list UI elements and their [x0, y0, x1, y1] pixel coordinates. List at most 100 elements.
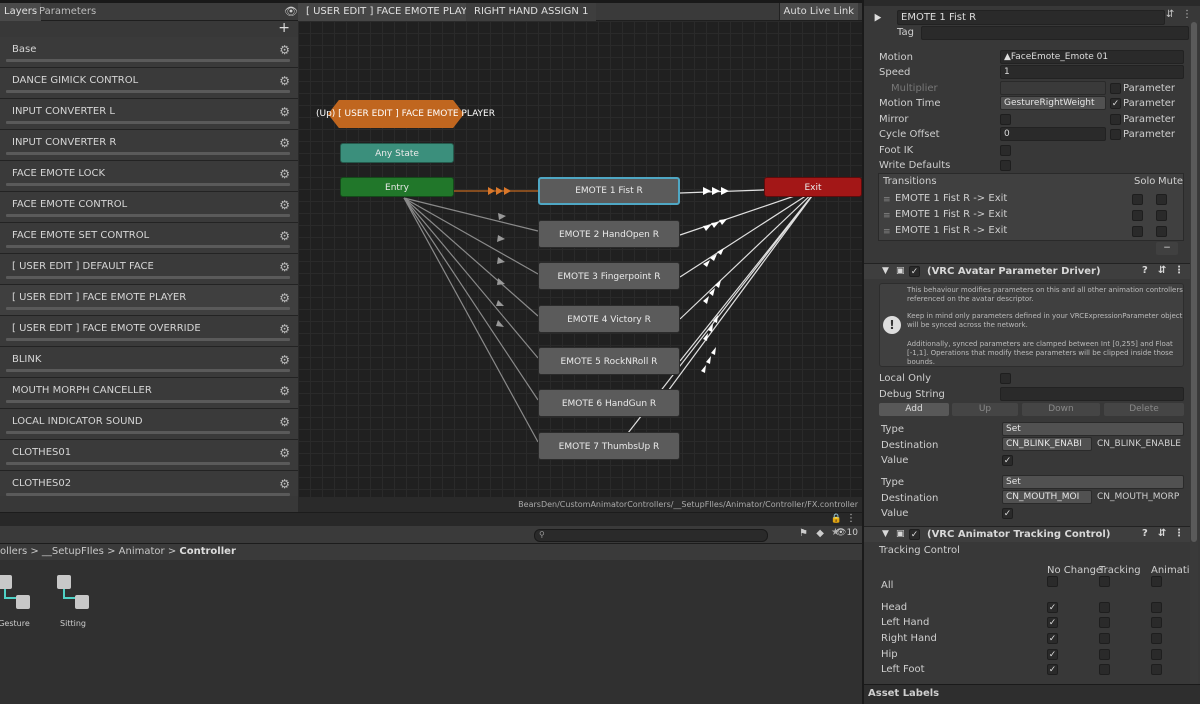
layer-item[interactable]: [ USER EDIT ] FACE EMOTE OVERRIDE ⚙	[0, 316, 298, 347]
more-icon[interactable]: ⋮	[1174, 528, 1184, 539]
breadcrumb-setupfiles[interactable]: __SetupFIles	[42, 546, 104, 557]
mirror-parameter-checkbox[interactable]	[1110, 114, 1121, 125]
driver-enabled-checkbox[interactable]: ✓	[909, 266, 920, 277]
cycle-offset-field[interactable]: 0	[1000, 127, 1106, 141]
gear-icon[interactable]: ⚙	[279, 43, 290, 57]
mirror-checkbox[interactable]	[1000, 114, 1011, 125]
layer-weight-bar[interactable]	[6, 307, 290, 310]
type-dropdown[interactable]: Set	[1002, 422, 1184, 436]
layer-weight-bar[interactable]	[6, 214, 290, 217]
layer-weight-bar[interactable]	[6, 400, 290, 403]
layer-weight-bar[interactable]	[6, 338, 290, 341]
layer-item[interactable]: FACE EMOTE CONTROL ⚙	[0, 192, 298, 223]
layer-weight-bar[interactable]	[6, 245, 290, 248]
animation-checkbox[interactable]	[1151, 633, 1162, 644]
gear-icon[interactable]: ⚙	[279, 415, 290, 429]
gear-icon[interactable]: ⚙	[279, 384, 290, 398]
help-icon[interactable]: ?	[1142, 528, 1148, 539]
tracking-checkbox[interactable]	[1099, 633, 1110, 644]
more-icon[interactable]: ⋮	[1182, 9, 1192, 20]
layer-weight-bar[interactable]	[6, 90, 290, 93]
no-change-checkbox[interactable]: ✓	[1047, 602, 1058, 613]
drag-handle-icon[interactable]: ≡	[883, 227, 891, 237]
auto-live-link-button[interactable]: Auto Live Link	[778, 3, 858, 20]
layer-item[interactable]: DANCE GIMICK CONTROL ⚙	[0, 68, 298, 99]
speed-field[interactable]: 1	[1000, 65, 1184, 79]
layer-item[interactable]: Base ⚙	[0, 37, 298, 68]
animation-checkbox[interactable]	[1151, 649, 1162, 660]
delete-button[interactable]: Delete	[1104, 403, 1184, 416]
eye-icon[interactable]: 👁	[284, 5, 298, 18]
gear-icon[interactable]: ⚙	[279, 291, 290, 305]
filter-label-icon[interactable]: ◆	[816, 528, 824, 539]
tracking-checkbox[interactable]	[1099, 576, 1110, 587]
layer-item[interactable]: LOCAL INDICATOR SOUND ⚙	[0, 409, 298, 440]
tracking-checkbox[interactable]	[1099, 649, 1110, 660]
any-state-node[interactable]: Any State	[340, 143, 454, 163]
animation-checkbox[interactable]	[1151, 576, 1162, 587]
layer-item[interactable]: BLINK ⚙	[0, 347, 298, 378]
gear-icon[interactable]: ⚙	[279, 322, 290, 336]
layer-item[interactable]: CLOTHES01 ⚙	[0, 440, 298, 471]
write-defaults-checkbox[interactable]	[1000, 160, 1011, 171]
settings-icon[interactable]: ⇵	[1166, 9, 1174, 20]
layer-weight-bar[interactable]	[6, 462, 290, 465]
motion-field[interactable]: ▲FaceEmote_Emote 01	[1000, 50, 1184, 64]
layer-weight-bar[interactable]	[6, 59, 290, 62]
state-node[interactable]: EMOTE 6 HandGun R	[538, 389, 680, 417]
breadcrumb-animator[interactable]: Animator	[119, 546, 165, 557]
no-change-checkbox[interactable]	[1047, 576, 1058, 587]
foldout-icon[interactable]: ▼	[882, 529, 889, 539]
mute-checkbox[interactable]	[1156, 194, 1167, 205]
gear-icon[interactable]: ⚙	[279, 353, 290, 367]
tab-parameters[interactable]: Parameters	[35, 3, 100, 21]
no-change-checkbox[interactable]: ✓	[1047, 633, 1058, 644]
transition-item[interactable]: EMOTE 1 Fist R -> Exit	[895, 193, 1007, 204]
state-node[interactable]: EMOTE 7 ThumbsUp R	[538, 432, 680, 460]
state-node[interactable]: EMOTE 1 Fist R	[538, 177, 680, 205]
up-button[interactable]: Up	[952, 403, 1018, 416]
gear-icon[interactable]: ⚙	[279, 198, 290, 212]
animation-checkbox[interactable]	[1151, 617, 1162, 628]
more-icon[interactable]: ⋮	[1174, 265, 1184, 276]
solo-checkbox[interactable]	[1132, 194, 1143, 205]
layer-item[interactable]: MOUTH MORPH CANCELLER ⚙	[0, 378, 298, 409]
preset-icon[interactable]: ⇵	[1158, 265, 1166, 276]
tracking-enabled-checkbox[interactable]: ✓	[909, 529, 920, 540]
animator-graph[interactable]	[298, 21, 862, 497]
down-button[interactable]: Down	[1022, 403, 1100, 416]
add-layer-button[interactable]: +	[278, 21, 290, 35]
tracking-checkbox[interactable]	[1099, 617, 1110, 628]
value-checkbox[interactable]: ✓	[1002, 455, 1013, 466]
destination-dropdown[interactable]: CN_BLINK_ENABI	[1002, 437, 1092, 451]
drag-handle-icon[interactable]: ≡	[883, 195, 891, 205]
layer-weight-bar[interactable]	[6, 121, 290, 124]
project-search-input[interactable]: ⚲	[534, 529, 768, 542]
layer-weight-bar[interactable]	[6, 152, 290, 155]
motion-time-dropdown[interactable]: GestureRightWeight	[1000, 96, 1106, 110]
gear-icon[interactable]: ⚙	[279, 477, 290, 491]
mute-checkbox[interactable]	[1156, 210, 1167, 221]
gear-icon[interactable]: ⚙	[279, 105, 290, 119]
mute-checkbox[interactable]	[1156, 226, 1167, 237]
layer-item[interactable]: INPUT CONVERTER R ⚙	[0, 130, 298, 161]
gear-icon[interactable]: ⚙	[279, 74, 290, 88]
gear-icon[interactable]: ⚙	[279, 260, 290, 274]
layer-item[interactable]: FACE EMOTE LOCK ⚙	[0, 161, 298, 192]
entry-node[interactable]: Entry	[340, 177, 454, 197]
layer-item[interactable]: INPUT CONVERTER L ⚙	[0, 99, 298, 130]
layer-weight-bar[interactable]	[6, 276, 290, 279]
solo-checkbox[interactable]	[1132, 210, 1143, 221]
hidden-count[interactable]: 👁10	[835, 528, 858, 538]
tag-field[interactable]	[921, 26, 1189, 40]
state-node[interactable]: EMOTE 3 Fingerpoint R	[538, 262, 680, 290]
foot-ik-checkbox[interactable]	[1000, 145, 1011, 156]
type-dropdown[interactable]: Set	[1002, 475, 1184, 489]
tracking-header[interactable]: ▼ ▣ ✓ (VRC Animator Tracking Control) ? …	[864, 526, 1194, 542]
layer-weight-bar[interactable]	[6, 431, 290, 434]
destination-dropdown[interactable]: CN_MOUTH_MOI	[1002, 490, 1092, 504]
layer-item[interactable]: [ USER EDIT ] FACE EMOTE PLAYER ⚙	[0, 285, 298, 316]
preset-icon[interactable]: ⇵	[1158, 528, 1166, 539]
filter-type-icon[interactable]: ⚑	[799, 528, 808, 539]
no-change-checkbox[interactable]: ✓	[1047, 664, 1058, 675]
